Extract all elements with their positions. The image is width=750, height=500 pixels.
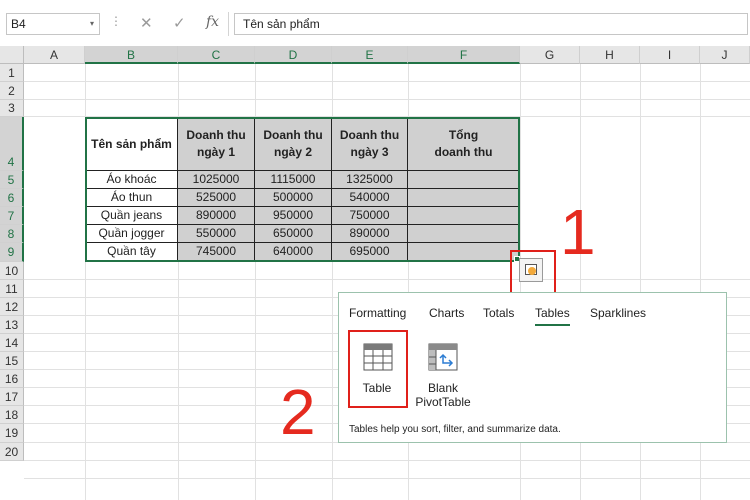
enter-icon[interactable]: ✓: [173, 14, 186, 32]
table-cell[interactable]: [408, 243, 520, 262]
table-cell[interactable]: 1115000: [255, 171, 332, 189]
quick-analysis-button[interactable]: [519, 258, 543, 282]
tab-totals[interactable]: Totals: [483, 306, 514, 320]
table-cell[interactable]: Áo thun: [85, 189, 178, 207]
gridline: [24, 478, 750, 479]
pivot-table-icon: [428, 343, 458, 371]
gridline: [24, 99, 750, 100]
formula-bar: B4 ▾ ⋮ ✕ ✓ fx Tên sản phẩm: [0, 0, 750, 46]
select-all-corner[interactable]: [0, 46, 24, 64]
row-header[interactable]: 14: [0, 334, 24, 352]
table-cell[interactable]: 525000: [178, 189, 255, 207]
table-cell[interactable]: 890000: [332, 225, 408, 243]
table-cell[interactable]: [408, 189, 520, 207]
row-header[interactable]: 12: [0, 298, 24, 316]
column-header-d[interactable]: D: [255, 46, 332, 64]
row-header[interactable]: 15: [0, 352, 24, 370]
table-cell[interactable]: 1025000: [178, 171, 255, 189]
table-cell[interactable]: 550000: [178, 225, 255, 243]
table-cell[interactable]: 1325000: [332, 171, 408, 189]
column-header-g[interactable]: G: [520, 46, 580, 64]
quick-analysis-icon: [525, 264, 537, 275]
table-header-cell[interactable]: Doanh thu ngày 1: [178, 117, 255, 171]
table-cell[interactable]: 695000: [332, 243, 408, 262]
row-header[interactable]: 17: [0, 388, 24, 406]
row-header[interactable]: 18: [0, 406, 24, 424]
table-cell[interactable]: 540000: [332, 189, 408, 207]
more-options-icon: ⋮: [110, 14, 122, 28]
row-header[interactable]: 10: [0, 262, 24, 280]
cancel-icon[interactable]: ✕: [140, 14, 153, 32]
row-header[interactable]: 11: [0, 280, 24, 298]
column-header-f[interactable]: F: [408, 46, 520, 64]
table-cell[interactable]: 650000: [255, 225, 332, 243]
column-header-h[interactable]: H: [580, 46, 640, 64]
blank-pivottable-option[interactable]: Blank PivotTable: [407, 343, 479, 413]
insert-function-button[interactable]: fx: [206, 14, 219, 30]
table-cell[interactable]: Quần jeans: [85, 207, 178, 225]
table-cell[interactable]: Quần jogger: [85, 225, 178, 243]
table-header-cell[interactable]: Doanh thu ngày 2: [255, 117, 332, 171]
table-cell[interactable]: 500000: [255, 189, 332, 207]
formula-input[interactable]: Tên sản phẩm: [234, 13, 748, 35]
table-cell[interactable]: Áo khoác: [85, 171, 178, 189]
row-header[interactable]: 4: [0, 117, 24, 171]
row-header[interactable]: 13: [0, 316, 24, 334]
table-header-cell[interactable]: Doanh thu ngày 3: [332, 117, 408, 171]
table-cell[interactable]: [408, 171, 520, 189]
gridline: [24, 460, 750, 461]
table-header-cell[interactable]: Tên sản phẩm: [85, 117, 178, 171]
table-cell[interactable]: 750000: [332, 207, 408, 225]
tab-charts[interactable]: Charts: [429, 306, 464, 320]
formula-divider: [228, 12, 229, 36]
row-header[interactable]: 1: [0, 64, 24, 82]
column-header-c[interactable]: C: [178, 46, 255, 64]
blank-pivottable-label: Blank PivotTable: [415, 381, 471, 409]
spark-icon: [528, 267, 536, 275]
row-header[interactable]: 5: [0, 171, 24, 189]
table-cell[interactable]: 745000: [178, 243, 255, 262]
table-cell[interactable]: 950000: [255, 207, 332, 225]
table-cell[interactable]: [408, 207, 520, 225]
gridline: [24, 81, 750, 82]
gridline: [24, 279, 750, 280]
column-header-a[interactable]: A: [24, 46, 85, 64]
name-box-value: B4: [11, 17, 26, 31]
table-header-cell[interactable]: Tổng doanh thu: [408, 117, 520, 171]
column-header-j[interactable]: J: [700, 46, 750, 64]
tables-description: Tables help you sort, filter, and summar…: [349, 424, 561, 435]
row-header[interactable]: 6: [0, 189, 24, 207]
row-header[interactable]: 7: [0, 207, 24, 225]
row-header[interactable]: 20: [0, 443, 24, 461]
step-number-2: 2: [280, 376, 316, 448]
row-header[interactable]: 2: [0, 82, 24, 100]
row-header[interactable]: 19: [0, 424, 24, 443]
table-cell[interactable]: [408, 225, 520, 243]
column-header-e[interactable]: E: [332, 46, 408, 64]
tab-sparklines[interactable]: Sparklines: [590, 306, 646, 320]
table-cell[interactable]: Quần tây: [85, 243, 178, 262]
column-header-b[interactable]: B: [85, 46, 178, 64]
row-header[interactable]: 8: [0, 225, 24, 243]
column-header-i[interactable]: I: [640, 46, 700, 64]
highlight-box-2: [348, 330, 408, 408]
name-box[interactable]: B4 ▾: [6, 13, 100, 35]
tab-tables[interactable]: Tables: [535, 306, 570, 326]
row-header[interactable]: 16: [0, 370, 24, 388]
table-cell[interactable]: 890000: [178, 207, 255, 225]
chevron-down-icon[interactable]: ▾: [90, 14, 94, 34]
table-cell[interactable]: 640000: [255, 243, 332, 262]
row-header[interactable]: 3: [0, 100, 24, 117]
row-header[interactable]: 9: [0, 243, 24, 262]
step-number-1: 1: [560, 196, 596, 268]
tab-formatting[interactable]: Formatting: [349, 306, 406, 320]
